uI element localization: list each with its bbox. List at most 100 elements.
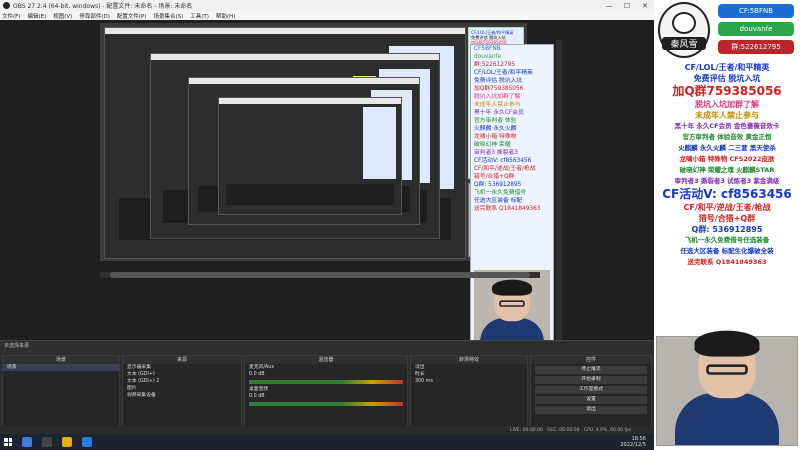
sources-header: 来源 <box>123 356 241 364</box>
minimize-button[interactable]: — <box>600 2 618 10</box>
overlay-line: 免费评估 脱坑入坑 <box>693 74 761 83</box>
obs-logo-icon <box>3 2 10 9</box>
sources-dock: 来源 显示器采集 文本 (GDI+) 文本 (GDI+) 2 图片 视频采集设备 <box>122 355 242 427</box>
preview-poster-line: 飞机一永久免费借号 <box>474 190 527 196</box>
contact-pill-cf: CF:5BFNB <box>718 4 794 18</box>
preview-poster-line: 群:522612795 <box>474 62 515 68</box>
preview-poster-line: 火麒麟 永久火麟 <box>474 126 517 132</box>
screen: OBS 27.2.4 (64-bit, windows) - 配置文件: 未命名… <box>0 0 800 450</box>
transition-select[interactable]: 淡出 <box>411 364 527 371</box>
menu-help[interactable]: 帮助(H) <box>216 12 235 20</box>
logo-text: 秦风雪 <box>662 37 706 50</box>
overlay-line: 猎号/合猎+Q群 <box>698 214 756 223</box>
window-title: OBS 27.2.4 (64-bit, windows) - 配置文件: 未命名… <box>13 3 193 10</box>
mixer-meter[interactable] <box>249 402 403 406</box>
menu-tools[interactable]: 工具(T) <box>190 12 209 20</box>
controls-dock: 控件 停止推流 开始录制 工作室模式 设置 退出 <box>530 355 652 427</box>
menu-bar: 文件(F) 编辑(E) 视图(V) 停靠部件(D) 配置文件(P) 场景集合(S… <box>0 11 654 20</box>
preview-poster-line: CF/和平/逆战/王者/枪战 <box>474 166 536 172</box>
overlay-line: 审判者3 撕裂者3 试炼者3 紫金满级 <box>674 177 780 185</box>
filter-label: 未选择来源 <box>4 343 30 349</box>
contact-pill-group: 群:522612795 <box>718 40 794 54</box>
mixer-channel-db: 0.0 dB <box>249 394 265 399</box>
live-time: LIVE: 00:00:00 <box>510 428 543 433</box>
duration-field[interactable]: 300 ms <box>411 378 527 385</box>
settings-button[interactable]: 设置 <box>535 396 647 404</box>
source-item[interactable]: 显示器采集 <box>123 364 241 371</box>
contact-pill-wechat: douvanfe <box>718 22 794 36</box>
camera-feed-main <box>656 330 798 446</box>
folder-icon[interactable] <box>62 437 72 447</box>
menu-file[interactable]: 文件(F) <box>2 12 20 20</box>
preview-poster-line: 审判者3 撕裂者3 <box>474 150 519 156</box>
source-item[interactable]: 文本 (GDI+) 2 <box>123 378 241 385</box>
overlay-line: 脱坑入坑加群了解 <box>695 100 759 109</box>
preview-poster-line: 黑十年 永久CF会员 <box>474 110 524 116</box>
title-bar: OBS 27.2.4 (64-bit, windows) - 配置文件: 未命名… <box>0 0 654 11</box>
source-item[interactable]: 视频采集设备 <box>123 392 241 399</box>
overlay-line: CF/LOL/王者/和平精英 <box>684 63 770 72</box>
preview-poster-line: 加Q群759385056 <box>474 86 524 92</box>
clock-date: 2022/12/5 <box>620 442 646 448</box>
exit-button[interactable]: 退出 <box>535 406 647 414</box>
menu-docks[interactable]: 停靠部件(D) <box>79 12 110 20</box>
mixer-channel-label: 麦克风/Aux <box>249 365 275 370</box>
mixer-header: 混音器 <box>245 356 407 364</box>
taskbar: 18:56 2022/12/5 <box>0 434 654 450</box>
preview-poster-line: 未成年人禁止参与 <box>474 102 521 108</box>
overlay-line: 官方审判者 体验音效 黄金正恒 <box>682 133 772 141</box>
mixer-meter[interactable] <box>249 380 403 384</box>
preview-canvas[interactable]: CF/LOL/王者/和平精英 免费评估 脱坑入坑 加Q群759385056 脱坑… <box>100 23 527 261</box>
menu-edit[interactable]: 编辑(E) <box>27 12 46 20</box>
overlay-line: 飞机一永久免费借号任选装备 <box>684 236 770 244</box>
menu-profile[interactable]: 配置文件(P) <box>117 12 147 20</box>
menu-view[interactable]: 视图(V) <box>53 12 72 20</box>
clock[interactable]: 18:56 2022/12/5 <box>620 436 654 448</box>
mixer-dock: 混音器 麦克风/Aux 0.0 dB 桌面音频 0.0 dB <box>244 355 408 427</box>
stop-streaming-button[interactable]: 停止推流 <box>535 366 647 374</box>
overlay-line: 黑十年 永久CF会员 金色蔷薇音效卡 <box>674 122 780 130</box>
overlay-line: 未成年人禁止参与 <box>695 111 759 120</box>
overlay-text: CF/LOL/王者/和平精英 免费评估 脱坑入坑 加Q群759385056 脱坑… <box>654 60 800 268</box>
preview-poster-line: CF5BFNB <box>474 46 501 52</box>
source-item[interactable]: 图片 <box>123 385 241 392</box>
menu-scene-collection[interactable]: 场景集合(S) <box>153 12 183 20</box>
preview-poster-line: 龙啸小箱 特殊物 <box>474 134 517 140</box>
preview-poster-line: 猎号/合猎+Q群 <box>474 174 515 180</box>
obs-taskbar-icon[interactable] <box>42 437 52 447</box>
duration-label: 时长 <box>415 372 425 377</box>
studio-mode-button[interactable]: 工作室模式 <box>535 386 647 394</box>
close-button[interactable]: ✕ <box>636 2 654 10</box>
overlay-line: 加Q群759385056 <box>672 84 782 98</box>
recursive-preview-4 <box>218 97 402 215</box>
preview-vertical-scrollbar[interactable] <box>556 40 562 340</box>
scene-item[interactable]: 场景 <box>3 364 119 371</box>
preview-poster-line: CF/LOL/王者/和平精英 <box>474 70 533 76</box>
start-icon[interactable] <box>4 438 12 446</box>
overlay-line: 任选大区装备 标配生化爆破全装 <box>680 247 774 255</box>
overlay-line: 破晓幻神 荣耀之魂 火麒麟STAR <box>679 166 775 174</box>
app-icon[interactable] <box>82 437 92 447</box>
mixer-channel-db: 0.0 dB <box>249 372 265 377</box>
mixer-channel-label: 桌面音频 <box>249 387 269 392</box>
overlay-banner: 秦风雪 CF:5BFNB douvanfe 群:522612795 <box>654 0 800 60</box>
channel-logo: 秦风雪 <box>658 2 710 58</box>
browser-icon[interactable] <box>22 437 32 447</box>
overlay-line: CF/和平/逆战/王者/枪战 <box>683 203 771 212</box>
preview-poster-line: CF活动V: cf8563456 <box>474 158 532 164</box>
start-recording-button[interactable]: 开始录制 <box>535 376 647 384</box>
preview-poster: CF5BFNB douvanfe 群:522612795 CF/LOL/王者/和… <box>470 44 554 354</box>
preview-area: CF/LOL/王者/和平精英 免费评估 脱坑入坑 加Q群759385056 脱坑… <box>0 20 654 354</box>
transitions-header: 转场特效 <box>411 356 527 364</box>
maximize-button[interactable]: ☐ <box>618 2 636 10</box>
stream-overlay: 秦风雪 CF:5BFNB douvanfe 群:522612795 CF/LOL… <box>654 0 800 450</box>
preview-poster-line: douvanfe <box>474 54 502 60</box>
preview-poster-line: 脱坑入坑加群了解 <box>474 94 521 100</box>
preview-poster-line: 破晓幻神 荣耀 <box>474 142 511 148</box>
overlay-line: Q群: 536912895 <box>691 225 763 234</box>
preview-poster-line: 任选大区装备 标配 <box>474 198 523 204</box>
source-item[interactable]: 文本 (GDI+) <box>123 371 241 378</box>
transitions-dock: 转场特效 淡出 时长 300 ms <box>410 355 528 427</box>
preview-horizontal-scrollbar[interactable] <box>100 272 540 278</box>
scenes-dock: 场景 场景 <box>2 355 120 427</box>
